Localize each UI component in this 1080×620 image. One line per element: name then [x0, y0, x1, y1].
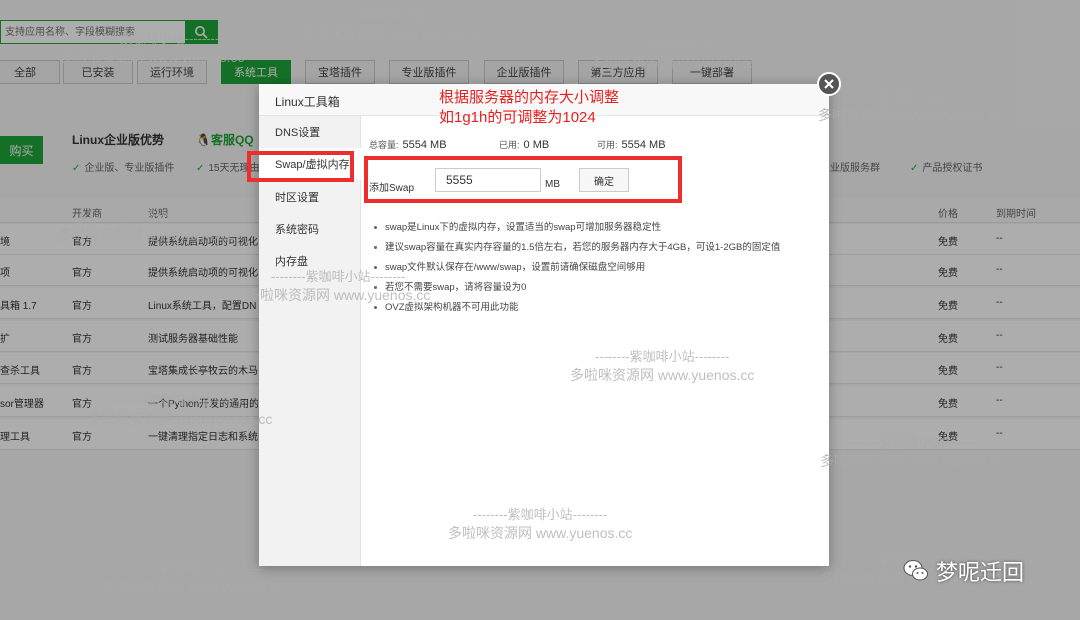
- highlight-add-swap: [364, 156, 682, 203]
- dialog-title: Linux工具箱: [275, 95, 340, 109]
- close-button[interactable]: [817, 72, 841, 96]
- account-name: 梦呢迁回: [936, 561, 1025, 586]
- list-item: swap文件默认保存在/www/swap，设置前请确保磁盘空间够用: [371, 260, 821, 280]
- sidebar-item-timezone[interactable]: 时区设置: [259, 181, 361, 213]
- total-capacity: 总容量: 5554 MB: [369, 139, 447, 151]
- free-capacity: 可用: 5554 MB: [597, 139, 666, 151]
- used-capacity: 已用: 0 MB: [499, 139, 550, 151]
- sidebar-item-dns[interactable]: DNS设置: [259, 116, 361, 148]
- sidebar-item-system-password[interactable]: 系统密码: [259, 213, 361, 245]
- wechat-icon: [903, 560, 928, 581]
- highlight-swap-menu: [247, 151, 354, 182]
- toolbox-sidebar: DNS设置 Swap/虚拟内存 时区设置 系统密码 内存盘: [259, 116, 361, 566]
- swap-notes: swap是Linux下的虚拟内存，设置适当的swap可增加服务器稳定性 建议sw…: [371, 220, 821, 320]
- list-item: OVZ虚拟架构机器不可用此功能: [371, 300, 821, 320]
- list-item: 若您不需要swap，请将容量设为0: [371, 280, 821, 300]
- list-item: swap是Linux下的虚拟内存，设置适当的swap可增加服务器稳定性: [371, 220, 821, 240]
- annotation-line-1: 根据服务器的内存大小调整: [439, 89, 620, 106]
- list-item: 建议swap容量在真实内存容量的1.5倍左右，若您的服务器内存大于4GB，可设1…: [371, 240, 821, 260]
- close-icon: [824, 79, 834, 89]
- wechat-account-badge: 梦呢迁回: [902, 553, 1024, 589]
- sidebar-item-ramdisk[interactable]: 内存盘: [259, 245, 361, 277]
- annotation-line-2: 如1g1h的可调整为1024: [439, 109, 596, 126]
